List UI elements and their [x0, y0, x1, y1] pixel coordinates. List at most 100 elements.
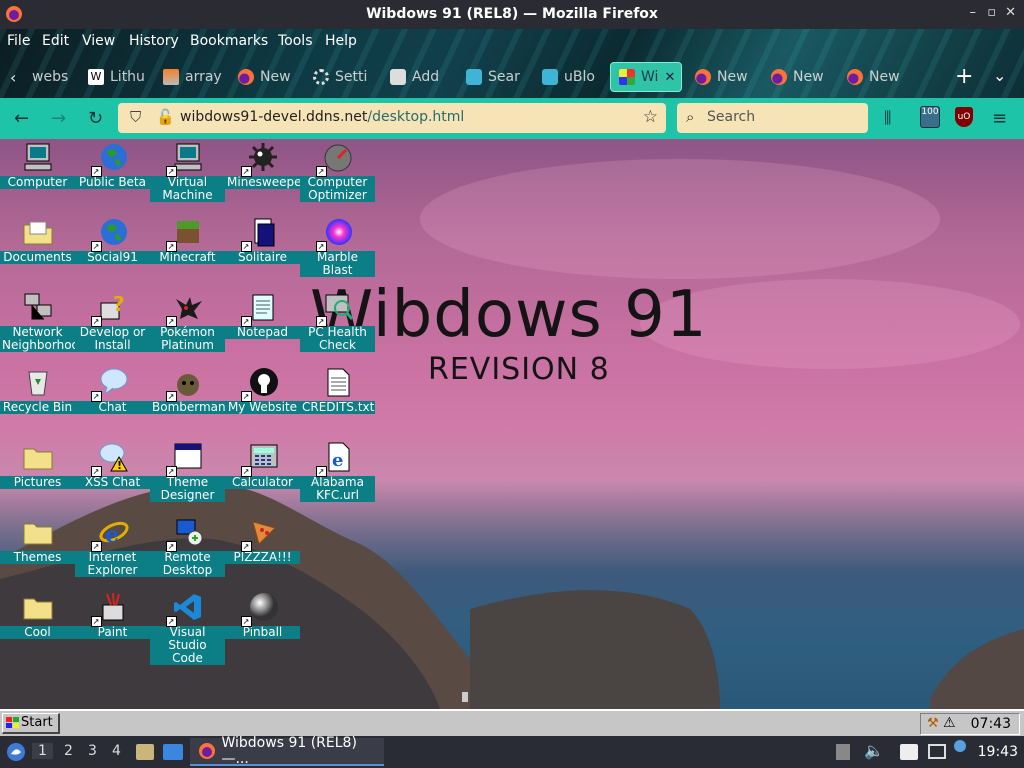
desktop-icon-develop-or-install[interactable]: ? ↗ Develop or Install: [75, 291, 150, 353]
desktop-icon-theme-designer[interactable]: ↗ Theme Designer: [150, 441, 225, 503]
tab-new-1[interactable]: New: [230, 62, 298, 92]
start-button[interactable]: Start: [2, 713, 60, 734]
hamburger-menu-icon[interactable]: ≡: [992, 108, 1007, 129]
desktop-icon-paint[interactable]: ↗ Paint: [75, 591, 150, 640]
close-tab-icon[interactable]: ✕: [664, 70, 675, 85]
shield-icon[interactable]: ⛉: [130, 108, 141, 126]
new-tab-button[interactable]: +: [955, 64, 973, 89]
wibdows-clock[interactable]: 07:43: [971, 716, 1011, 732]
search-input[interactable]: Search: [707, 109, 755, 125]
menu-file[interactable]: File: [7, 33, 30, 49]
workspace-2[interactable]: 2: [64, 743, 73, 759]
menu-tools[interactable]: Tools: [278, 33, 313, 49]
tab-settings[interactable]: Setti: [305, 62, 373, 92]
desktop-icon-remote-desktop[interactable]: ↗ Remote Desktop: [150, 516, 225, 578]
desktop-icon-notepad[interactable]: ↗ Notepad: [225, 291, 300, 340]
desktop-icon-virtual-machine[interactable]: ↗ Virtual Machine: [150, 141, 225, 203]
shortcut-arrow-icon: ↗: [165, 166, 177, 177]
notes-icon[interactable]: [900, 744, 918, 760]
tab-new-4[interactable]: New: [839, 62, 907, 92]
volume-icon[interactable]: 🔈: [864, 741, 884, 760]
url-bar[interactable]: ⛉ 🔓 wibdows91-devel.ddns.net/desktop.htm…: [118, 103, 666, 133]
search-bar[interactable]: ⌕ Search: [677, 103, 868, 133]
show-desktop-icon[interactable]: [163, 744, 183, 760]
desktop-icon-cool[interactable]: Cool: [0, 591, 75, 640]
desktop-icon-internet-explorer[interactable]: e ↗ Internet Explorer: [75, 516, 150, 578]
menu-bookmarks[interactable]: Bookmarks: [190, 33, 268, 49]
file-manager-icon[interactable]: [136, 744, 154, 760]
notepad-icon: ↗: [240, 291, 279, 327]
desktop-icon-computer-optimizer[interactable]: ↗ Computer Optimizer: [300, 141, 375, 203]
network-status-icon[interactable]: [928, 744, 946, 759]
extension-counter-icon[interactable]: 100: [920, 106, 940, 128]
tab-search[interactable]: Sear: [458, 62, 526, 92]
desktop-icon-calculator[interactable]: ↗ Calculator: [225, 441, 300, 490]
tab-new-2[interactable]: New: [687, 62, 755, 92]
ublock-origin-icon[interactable]: uO: [955, 107, 973, 127]
desktop-icon-pictures[interactable]: Pictures: [0, 441, 75, 490]
menu-help[interactable]: Help: [325, 33, 357, 49]
shortcut-arrow-icon: ↗: [90, 166, 102, 177]
desktop-icon-social91[interactable]: ↗ Social91: [75, 216, 150, 265]
desktop-panel: 1 2 3 4 Wibdows 91 (REL8) —... 🔈 19:43: [0, 735, 1024, 768]
workspace-4[interactable]: 4: [112, 743, 121, 759]
desktop-icon-pokemon-platinum[interactable]: ↗ Pokémon Platinum: [150, 291, 225, 353]
desktop-icon-network-neighborhood[interactable]: Network Neighborhood: [0, 291, 87, 353]
ublock-icon: [542, 69, 558, 85]
library-icon[interactable]: ⫼: [884, 108, 891, 128]
panel-clock[interactable]: 19:43: [978, 744, 1018, 760]
app-menu-icon[interactable]: [6, 742, 26, 762]
desktop-icon-pizzza[interactable]: ↗ PIZZZA!!!: [225, 516, 300, 565]
insecure-lock-icon[interactable]: 🔓: [156, 108, 175, 126]
list-all-tabs-icon[interactable]: ⌄: [993, 66, 1006, 85]
desktop-icon-pinball[interactable]: ↗ Pinball: [225, 591, 300, 640]
url-text[interactable]: wibdows91-devel.ddns.net/desktop.html: [180, 109, 464, 125]
folder-icon: [22, 516, 54, 548]
desktop-icon-xss-chat[interactable]: ! ↗ XSS Chat: [75, 441, 150, 490]
bookmark-star-icon[interactable]: ☆: [643, 107, 658, 127]
clipboard-icon[interactable]: [836, 744, 850, 760]
desktop-icon-solitaire[interactable]: ↗ Solitaire: [225, 216, 300, 265]
desktop-icon-my-website[interactable]: ↗ My Website: [225, 366, 300, 415]
forward-button[interactable]: →: [51, 108, 66, 129]
desktop-icon-chat[interactable]: ↗ Chat: [75, 366, 150, 415]
desktop-icon-recycle-bin[interactable]: Recycle Bin: [0, 366, 75, 415]
back-button[interactable]: ←: [14, 108, 29, 129]
desktop-icon-credits-txt[interactable]: CREDITS.txt: [300, 366, 375, 415]
scroll-tabs-left-icon[interactable]: ‹: [10, 68, 16, 87]
menu-history[interactable]: History: [129, 33, 179, 49]
close-window-button[interactable]: ✕: [1005, 5, 1016, 20]
desktop-icon-minesweeper[interactable]: ↗ Minesweeper: [225, 141, 306, 190]
taskbar-firefox-window[interactable]: Wibdows 91 (REL8) —...: [190, 735, 384, 767]
reload-button[interactable]: ↻: [88, 108, 103, 129]
maximize-button[interactable]: ▫: [987, 5, 996, 20]
tab-ublock[interactable]: uBlo: [534, 62, 602, 92]
desktop-icon-computer[interactable]: Computer: [0, 141, 75, 190]
start-label: Start: [21, 715, 53, 730]
tab-wibdows-active[interactable]: Wi ✕: [610, 62, 682, 92]
desktop-icon-pc-health-check[interactable]: ↗ PC Health Check: [300, 291, 375, 353]
wibdows-desktop[interactable]: Wibdows 91 REVISION 8 Computer ↗ Public …: [0, 139, 1024, 709]
tab-add-ons[interactable]: Add: [382, 62, 450, 92]
tab-new-3[interactable]: New: [763, 62, 831, 92]
warning-icon[interactable]: ⚠: [943, 715, 956, 731]
tools-icon[interactable]: ⚒: [927, 716, 939, 731]
desktop-icon-alabama-kfc-url[interactable]: e ↗ Alabama KFC.url: [300, 441, 375, 503]
update-notification-icon[interactable]: [954, 740, 966, 752]
workspace-1[interactable]: 1: [32, 743, 53, 759]
desktop-icon-visual-studio-code[interactable]: ↗ Visual Studio Code: [150, 591, 225, 666]
tab-lithu[interactable]: W Lithu: [80, 62, 148, 92]
vscode-icon: ↗: [165, 591, 204, 627]
desktop-icon-public-beta[interactable]: ↗ Public Beta: [75, 141, 150, 190]
workspace-3[interactable]: 3: [88, 743, 97, 759]
desktop-icon-documents[interactable]: Documents: [0, 216, 75, 265]
desktop-icon-bomberman[interactable]: ↗ Bomberman: [150, 366, 226, 415]
minimize-button[interactable]: –: [970, 5, 977, 20]
tab-webs[interactable]: webs: [24, 62, 68, 92]
desktop-icon-minecraft[interactable]: ↗ Minecraft: [150, 216, 225, 265]
menu-view[interactable]: View: [82, 33, 115, 49]
menu-edit[interactable]: Edit: [42, 33, 69, 49]
desktop-icon-marble-blast[interactable]: ↗ Marble Blast: [300, 216, 375, 278]
desktop-icon-themes[interactable]: Themes: [0, 516, 75, 565]
tab-array[interactable]: array: [155, 62, 223, 92]
